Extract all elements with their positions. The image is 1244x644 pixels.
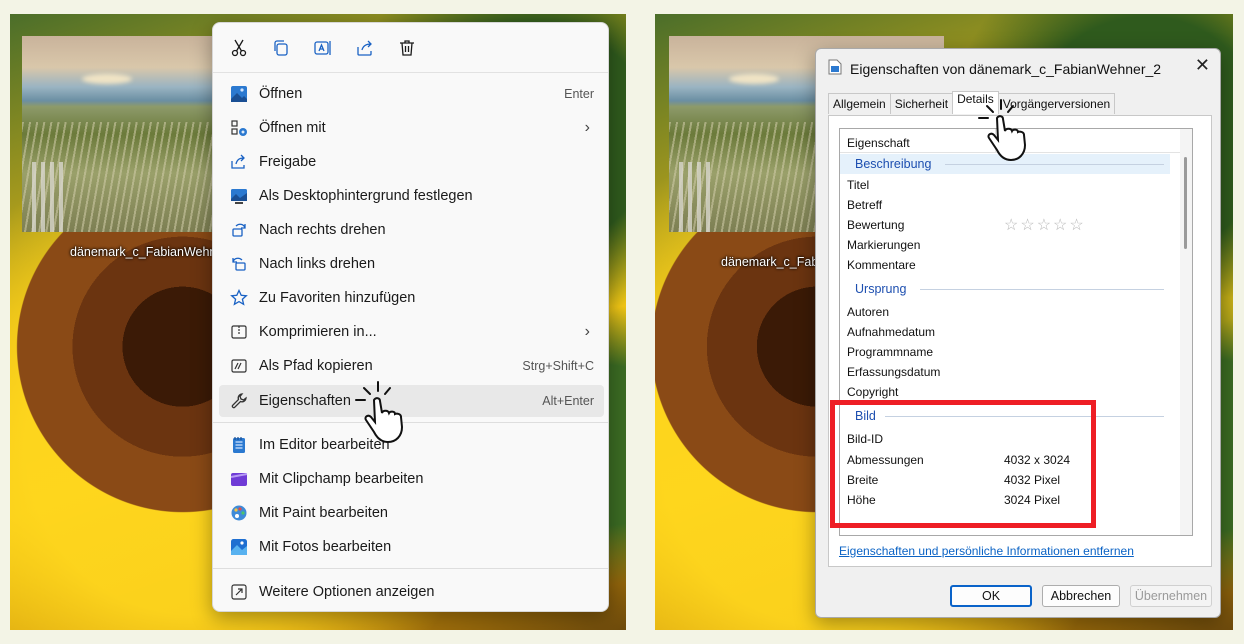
compress-icon	[229, 322, 249, 342]
more-options-icon	[229, 582, 249, 602]
menu-item-label: Nach rechts drehen	[259, 222, 386, 238]
hand-pointer-icon	[978, 99, 1027, 162]
property-label: Titel	[847, 178, 870, 192]
scrollbar-thumb[interactable]	[1184, 157, 1187, 249]
property-label: Erfassungsdatum	[847, 365, 941, 379]
menu-item-label: Mit Clipchamp bearbeiten	[259, 471, 424, 487]
group-title: Beschreibung	[855, 157, 932, 171]
menu-item-label: Als Desktophintergrund festlegen	[259, 188, 473, 204]
menu-item-label: Nach links drehen	[259, 256, 376, 272]
menu-item-label: Zu Favoriten hinzufügen	[259, 290, 416, 306]
property-label: Markierungen	[847, 238, 921, 252]
menu-separator	[213, 568, 608, 569]
share-icon	[229, 152, 249, 172]
wrench-icon	[229, 391, 249, 411]
menu-item-rotate-left[interactable]: Nach links drehen	[219, 248, 604, 280]
menu-item-label: Weitere Optionen anzeigen	[259, 584, 435, 600]
menu-item-label: Mit Paint bearbeiten	[259, 505, 388, 521]
context-menu-toolbar	[213, 23, 608, 73]
file-type-icon	[828, 59, 842, 78]
tab-general[interactable]: Allgemein	[828, 93, 891, 114]
property-row[interactable]: Aufnahmedatum	[847, 325, 1177, 345]
menu-item-label: Im Editor bearbeiten	[259, 437, 390, 453]
chevron-right-icon: ›	[584, 323, 590, 340]
property-label: Betreff	[847, 198, 883, 212]
apply-button[interactable]: Übernehmen	[1130, 585, 1212, 607]
menu-item-edit-photos[interactable]: Mit Fotos bearbeiten	[219, 531, 604, 563]
context-menu: Öffnen Enter Öffnen mit › Freigabe Als D…	[212, 22, 609, 612]
cancel-button[interactable]: Abbrechen	[1042, 585, 1120, 607]
remove-properties-link[interactable]: Eigenschaften und persönliche Informatio…	[839, 544, 1134, 558]
copy-icon[interactable]	[269, 36, 293, 60]
property-row[interactable]: Markierungen	[847, 238, 1177, 258]
hand-pointer-icon	[355, 381, 404, 444]
menu-item-share[interactable]: Freigabe	[219, 146, 604, 178]
property-label: Autoren	[847, 305, 890, 319]
property-label: Bewertung	[847, 218, 905, 232]
property-row[interactable]: Autoren	[847, 305, 1177, 325]
dialog-title: Eigenschaften von dänemark_c_FabianWehne…	[850, 60, 1162, 77]
menu-item-label: Freigabe	[259, 154, 317, 170]
menu-item-add-favorites[interactable]: Zu Favoriten hinzufügen	[219, 282, 604, 314]
menu-item-shortcut: Strg+Shift+C	[522, 359, 594, 373]
menu-item-edit-clipchamp[interactable]: Mit Clipchamp bearbeiten	[219, 463, 604, 495]
property-label: Aufnahmedatum	[847, 325, 936, 339]
dialog-title-bar: Eigenschaften von dänemark_c_FabianWehne…	[828, 59, 1161, 78]
property-row[interactable]: Kommentare	[847, 258, 1177, 278]
tab-security[interactable]: Sicherheit	[889, 93, 954, 114]
chevron-right-icon: ›	[584, 119, 590, 136]
share-icon[interactable]	[353, 36, 377, 60]
desktop-background-icon	[229, 186, 249, 206]
menu-item-label: Als Pfad kopieren	[259, 358, 373, 374]
notepad-icon	[229, 435, 249, 455]
star-icon	[229, 288, 249, 308]
paint-icon	[229, 503, 249, 523]
group-divider	[920, 289, 1164, 290]
group-title: Ursprung	[855, 282, 907, 296]
cut-icon[interactable]	[227, 36, 251, 60]
delete-icon[interactable]	[395, 36, 419, 60]
file-thumbnail[interactable]	[22, 36, 214, 232]
copy-path-icon	[229, 356, 249, 376]
left-screenshot-panel: dänemark_c_FabianWehner_2 Öffnen Enter Ö…	[10, 14, 626, 630]
menu-item-open[interactable]: Öffnen Enter	[219, 78, 604, 110]
property-label: Programmname	[847, 345, 934, 359]
right-screenshot-panel: dänemark_c_FabianWehner_ Eigenschaften v…	[655, 14, 1233, 630]
highlight-box	[830, 400, 1096, 528]
ok-button[interactable]: OK	[950, 585, 1032, 607]
menu-item-rotate-right[interactable]: Nach rechts drehen	[219, 214, 604, 246]
menu-item-compress[interactable]: Komprimieren in... ›	[219, 316, 604, 348]
menu-item-label: Öffnen mit	[259, 120, 326, 136]
menu-item-shortcut: Alt+Enter	[542, 394, 594, 408]
menu-item-label: Mit Fotos bearbeiten	[259, 539, 392, 555]
dialog-tabs: Allgemein Sicherheit Details Vorgängerve…	[828, 91, 1116, 114]
group-origin[interactable]: Ursprung	[840, 279, 1170, 299]
photos-icon	[229, 537, 249, 557]
property-row[interactable]: Titel	[847, 178, 1177, 198]
image-icon	[229, 84, 249, 104]
menu-item-open-with[interactable]: Öffnen mit ›	[219, 112, 604, 144]
clipchamp-icon	[229, 469, 249, 489]
menu-item-label: Komprimieren in...	[259, 324, 377, 340]
property-row[interactable]: Bewertung ☆☆☆☆☆	[847, 215, 1177, 238]
menu-item-more-options[interactable]: Weitere Optionen anzeigen	[219, 576, 604, 608]
property-row[interactable]: Programmname	[847, 345, 1177, 365]
rotate-right-icon	[229, 220, 249, 240]
menu-item-edit-paint[interactable]: Mit Paint bearbeiten	[219, 497, 604, 529]
rotate-left-icon	[229, 254, 249, 274]
open-with-icon	[229, 118, 249, 138]
property-label: Copyright	[847, 385, 899, 399]
menu-item-shortcut: Enter	[564, 87, 594, 101]
close-icon[interactable]: ✕	[1195, 55, 1210, 76]
menu-item-set-desktop-background[interactable]: Als Desktophintergrund festlegen	[219, 180, 604, 212]
property-label: Kommentare	[847, 258, 916, 272]
rename-icon[interactable]	[311, 36, 335, 60]
property-row[interactable]: Erfassungsdatum	[847, 365, 1177, 385]
properties-scrollbar[interactable]	[1180, 129, 1192, 535]
rating-stars[interactable]: ☆☆☆☆☆	[1004, 215, 1086, 235]
column-header-label: Eigenschaft	[847, 136, 910, 150]
menu-item-label: Öffnen	[259, 86, 303, 102]
